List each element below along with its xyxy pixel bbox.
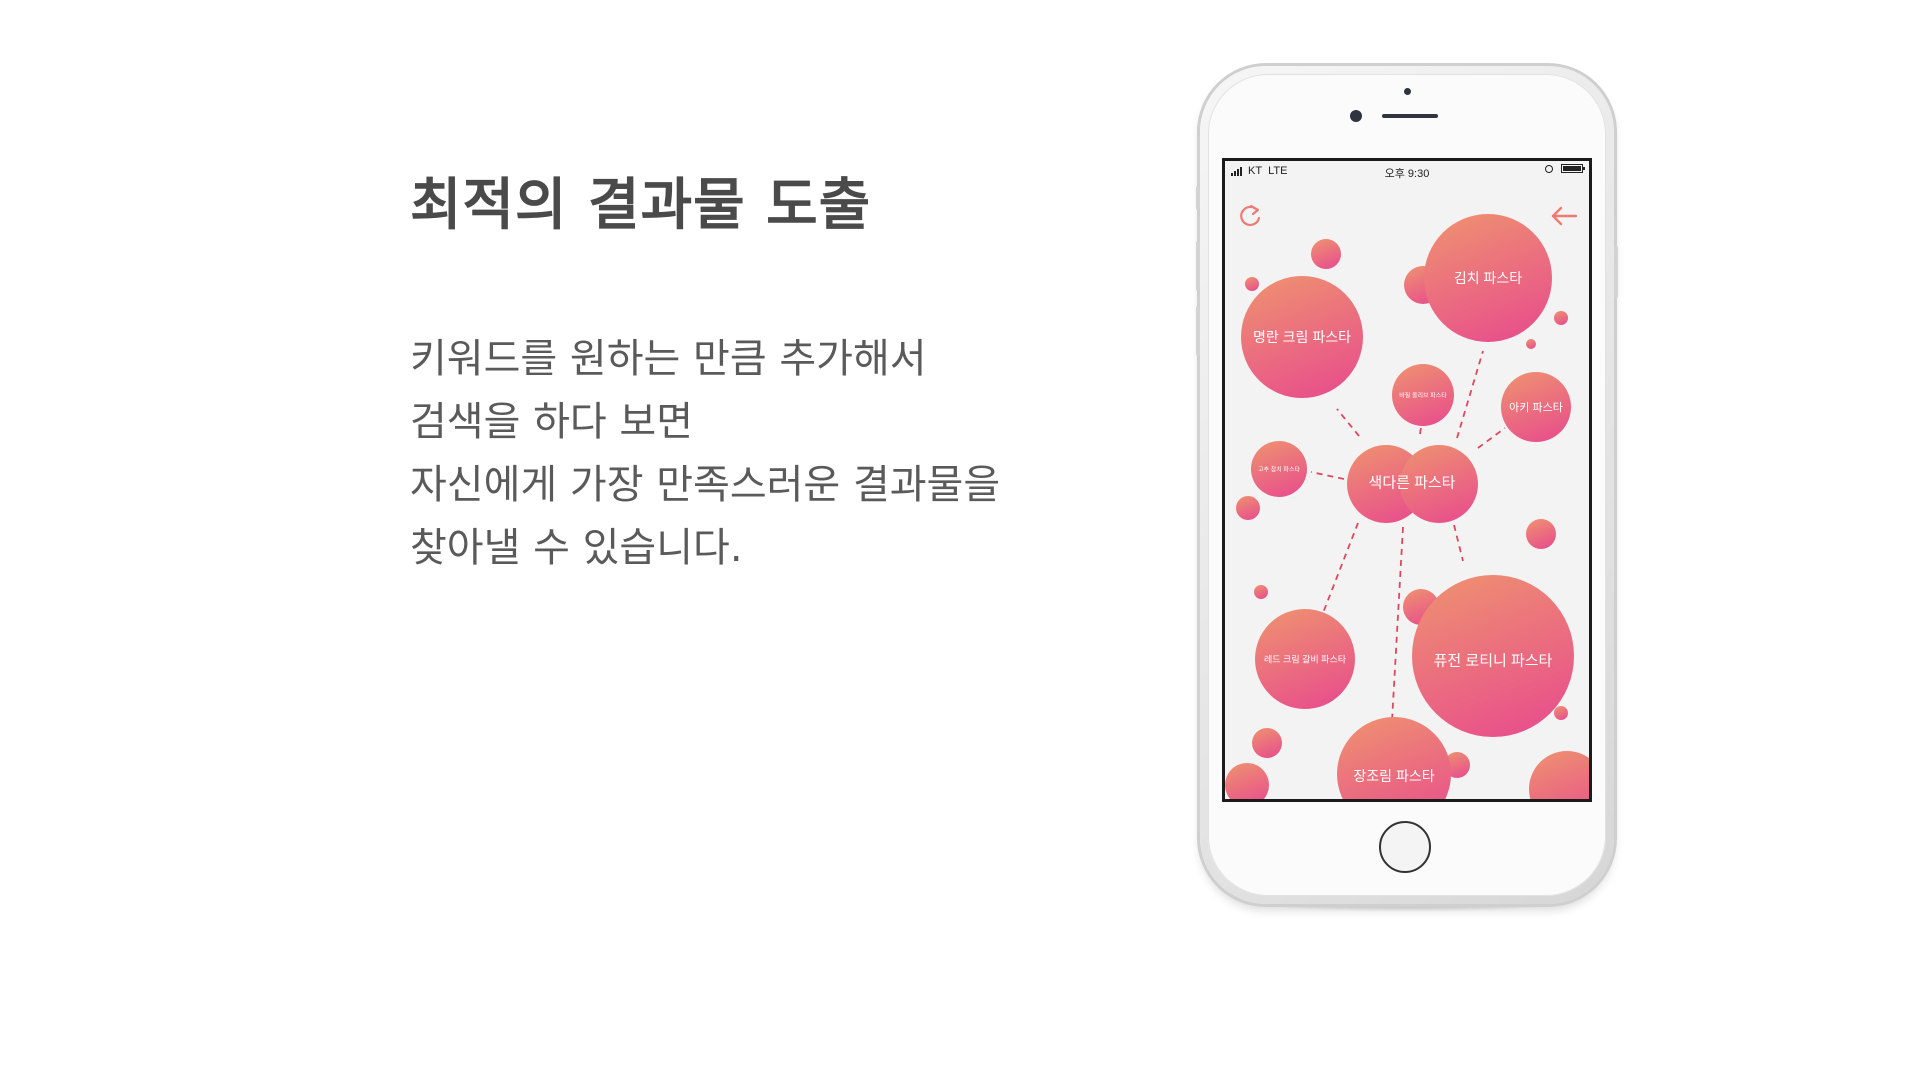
result-label[interactable]: 명란 크림 파스타 (1253, 327, 1351, 347)
description-line: 키워드를 원하는 만큼 추가해서 (410, 336, 927, 382)
home-button[interactable] (1379, 821, 1431, 873)
link-line (1453, 524, 1464, 562)
bubble-jangjorim (1337, 717, 1451, 799)
link-line (1477, 427, 1506, 449)
slide-description: 키워드를 원하는 만큼 추가해서 검색을 하다 보면 자신에게 가장 만족스러운… (410, 328, 1050, 580)
result-label[interactable]: 김치 파스타 (1454, 268, 1522, 288)
description-line: 찾아낼 수 있습니다. (410, 525, 743, 571)
bubble-dot (1526, 339, 1536, 349)
power-button (1614, 246, 1618, 298)
result-label[interactable]: 바질 올리브 파스타 (1399, 391, 1447, 400)
description-line: 검색을 하다 보면 (410, 399, 694, 445)
result-label[interactable]: 고추 참치 파스타 (1258, 465, 1300, 474)
earpiece-speaker (1382, 114, 1438, 118)
link-line (1336, 408, 1360, 437)
bubble-dot (1254, 585, 1268, 599)
front-camera (1350, 110, 1362, 122)
phone-mockup: KT LTE 오후 9:30 색다른 파스타 김치 파스타 명란 크림 파스타 … (1196, 66, 1618, 904)
slide-title: 최적의 결과물 도출 (410, 173, 872, 238)
link-line (1310, 471, 1345, 480)
bubble-dot (1311, 239, 1341, 269)
link-line (1456, 350, 1484, 439)
bubble-dot (1236, 496, 1260, 520)
bubble-dot (1225, 763, 1269, 799)
bubble-dot (1252, 728, 1282, 758)
mute-switch (1196, 186, 1200, 210)
bubble-dot (1245, 277, 1259, 291)
result-label[interactable]: 레드 크림 갈비 파스타 (1264, 653, 1346, 666)
result-label[interactable]: 퓨전 로티니 파스타 (1434, 650, 1553, 671)
link-line (1322, 522, 1359, 614)
link-line (1391, 526, 1404, 722)
phone-screen: KT LTE 오후 9:30 색다른 파스타 김치 파스타 명란 크림 파스타 … (1222, 158, 1592, 802)
description-line: 자신에게 가장 만족스러운 결과물을 (410, 462, 1001, 508)
volume-down-button (1196, 306, 1200, 356)
bubble-dot (1554, 706, 1568, 720)
sensor-dot (1404, 88, 1411, 95)
bubble-dot (1554, 311, 1568, 325)
result-label[interactable]: 장조림 파스타 (1353, 766, 1434, 786)
center-keyword-label[interactable]: 색다른 파스타 (1369, 472, 1456, 493)
bubble-dot (1529, 751, 1589, 799)
bubble-dot (1526, 519, 1556, 549)
slide: 최적의 결과물 도출 키워드를 원하는 만큼 추가해서 검색을 하다 보면 자신… (0, 0, 1920, 1080)
volume-up-button (1196, 241, 1200, 291)
result-label[interactable]: 아키 파스타 (1509, 399, 1563, 415)
